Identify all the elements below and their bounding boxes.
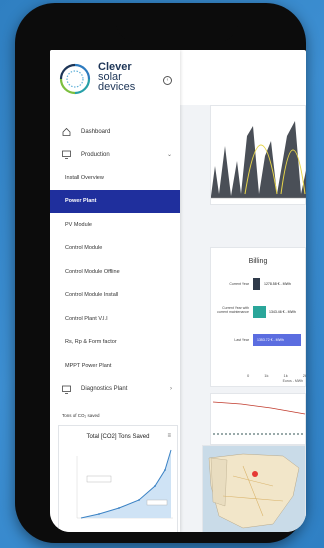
phone-frame: Billing Current Year 1278.58 € - MWh Cur… xyxy=(15,3,306,543)
x-tick: 0 xyxy=(247,373,250,378)
sidebar-item-install-overview[interactable]: Install Overview xyxy=(50,166,180,190)
dashboard-content: Billing Current Year 1278.58 € - MWh Cur… xyxy=(180,105,306,532)
co2-chart-card: Total [CO2] Tons Saved ≡ xyxy=(58,425,178,532)
sidebar: Clever solar devices ‹ Dashboard Product… xyxy=(50,50,180,532)
phone-notch xyxy=(116,6,238,42)
billing-bar xyxy=(253,278,260,290)
billing-card: Billing Current Year 1278.58 € - MWh Cur… xyxy=(210,247,306,387)
monitor-icon xyxy=(62,385,71,394)
sidebar-item-pv-module[interactable]: PV Module xyxy=(50,213,180,237)
billing-value: 1278.58 € - MWh xyxy=(264,282,291,286)
co2-area-chart xyxy=(76,449,173,519)
billing-row: Last Year 1353.72 € - MWh xyxy=(213,334,305,348)
sidebar-item-production[interactable]: Production ⌄ xyxy=(50,143,180,166)
billing-bar xyxy=(253,306,266,318)
billing-row: Current Year with current maintenance 13… xyxy=(213,306,305,320)
sidebar-item-label: Control Module Offline xyxy=(65,268,120,275)
co2-section-label: Tons of CO₂ saved xyxy=(62,413,100,418)
production-chart-card xyxy=(210,105,306,205)
performance-line-chart xyxy=(212,401,306,435)
map-image xyxy=(208,453,300,529)
billing-value: 1343.46 € - MWh xyxy=(269,310,296,314)
app-screen: Billing Current Year 1278.58 € - MWh Cur… xyxy=(50,50,306,532)
billing-row-label: Last Year xyxy=(234,338,249,342)
sidebar-item-label: Control Plant V.I.I xyxy=(65,315,108,322)
plant-map[interactable] xyxy=(202,445,306,532)
sidebar-item-label: Diagnostics Plant xyxy=(81,386,128,392)
collapse-sidebar-button[interactable]: ‹ xyxy=(163,76,172,85)
sidebar-item-label: MPPT Power Plant xyxy=(65,362,112,369)
map-marker-icon xyxy=(252,471,258,477)
billing-title: Billing xyxy=(248,258,268,265)
x-tick: 1k xyxy=(264,373,269,378)
billing-value: 1353.72 € - MWh xyxy=(257,338,284,342)
sidebar-item-control-module-install[interactable]: Control Module Install xyxy=(50,284,180,308)
sidebar-item-dashboard[interactable]: Dashboard xyxy=(50,120,180,143)
sidebar-item-control-module[interactable]: Control Module xyxy=(50,237,180,261)
sidebar-item-label: Install Overview xyxy=(65,174,104,181)
sidebar-item-power-plant[interactable]: Power Plant xyxy=(50,189,180,213)
brand-name: Clever solar devices xyxy=(98,62,136,93)
brand-logo: Clever solar devices ‹ xyxy=(58,62,178,106)
performance-line-card xyxy=(210,393,306,445)
home-icon xyxy=(62,127,71,136)
sidebar-item-diagnostics-plant[interactable]: Diagnostics Plant › xyxy=(50,378,180,401)
sidebar-item-rs-rp-form-factor[interactable]: Rs, Rp & Form factor xyxy=(50,331,180,355)
sidebar-item-control-plant[interactable]: Control Plant V.I.I xyxy=(50,307,180,331)
billing-row-label: Current Year xyxy=(229,282,249,286)
sidebar-item-label: Rs, Rp & Form factor xyxy=(65,339,117,346)
sidebar-item-label: PV Module xyxy=(65,221,92,228)
chevron-down-icon: ⌄ xyxy=(166,152,172,158)
production-area-chart xyxy=(211,121,306,199)
billing-axis-caption: Euros - MWh xyxy=(282,379,303,383)
x-tick: 2k xyxy=(302,373,306,378)
billing-row: Current Year 1278.58 € - MWh xyxy=(213,278,305,292)
billing-row-label: Current Year with current maintenance xyxy=(217,306,249,314)
brand-line3: devices xyxy=(98,81,136,93)
sidebar-item-label: Control Module Install xyxy=(65,292,119,299)
sidebar-nav: Dashboard Production ⌄ Install Overview … xyxy=(50,120,180,401)
sidebar-item-label: Production xyxy=(81,151,110,158)
x-tick: 1k xyxy=(283,373,288,378)
sidebar-item-label: Control Module xyxy=(65,245,103,252)
sidebar-item-control-module-offline[interactable]: Control Module Offline xyxy=(50,260,180,284)
sidebar-item-label: Power Plant xyxy=(65,198,97,205)
billing-x-ticks: 0 1k 1k 2k xyxy=(247,373,306,378)
sidebar-item-label: Dashboard xyxy=(81,128,111,135)
brand-logo-icon xyxy=(59,63,91,95)
chevron-right-icon: › xyxy=(170,386,172,392)
sidebar-item-mppt-power-plant[interactable]: MPPT Power Plant xyxy=(50,354,180,378)
monitor-icon xyxy=(62,150,71,159)
